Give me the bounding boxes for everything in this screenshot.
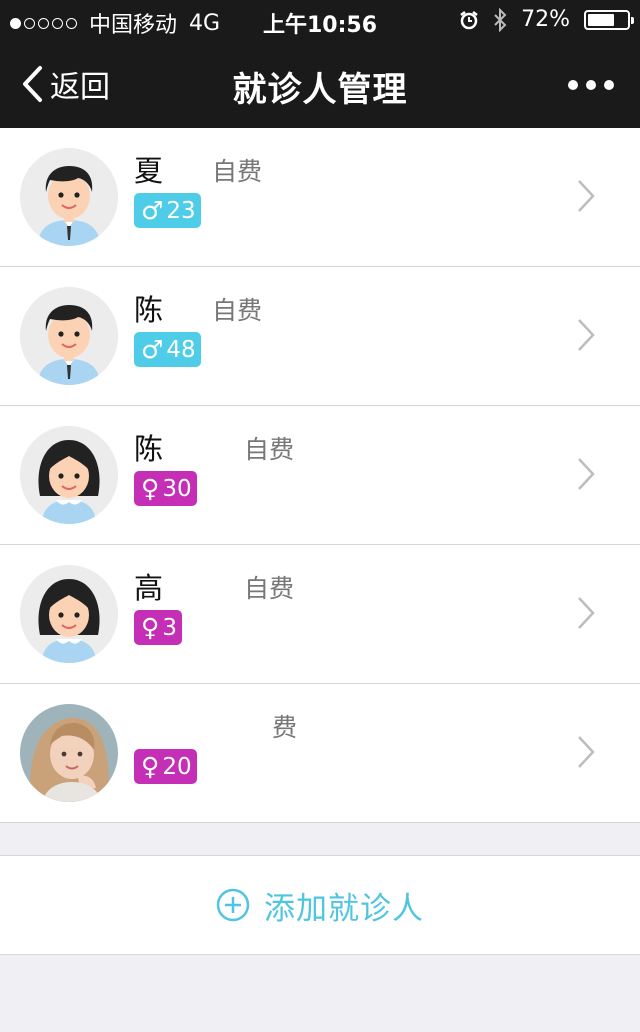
gender-age-badge: ♂ 23 — [134, 193, 201, 228]
patient-row[interactable]: 陈 自费 ♀ 30 — [0, 406, 640, 545]
gender-age-badge: ♀ 30 — [134, 471, 197, 506]
chevron-right-icon — [578, 180, 595, 212]
female-icon: ♀ — [141, 474, 160, 503]
status-bar: 中国移动 4G 上午10:56 72% — [0, 0, 640, 40]
patient-age: 20 — [162, 753, 192, 780]
patient-age: 48 — [166, 336, 196, 363]
payment-type: 自费 — [244, 574, 295, 603]
girl-avatar-icon — [20, 426, 118, 524]
patient-age: 23 — [166, 197, 196, 224]
patient-name: 陈 — [134, 293, 164, 327]
battery-icon — [584, 9, 634, 30]
patient-row[interactable]: 费 ♀ 20 — [0, 684, 640, 823]
payment-type: 自费 — [244, 435, 295, 464]
payment-type: 费 — [272, 713, 298, 742]
chevron-right-icon — [578, 736, 595, 768]
male-icon: ♂ — [141, 335, 164, 364]
female-icon: ♀ — [141, 752, 160, 781]
patient-name: 陈 — [134, 432, 164, 466]
gender-age-badge: ♀ 3 — [134, 610, 182, 645]
page-title: 就诊人管理 — [232, 70, 408, 110]
photo-avatar — [20, 704, 118, 802]
patient-name: 高 — [134, 571, 164, 605]
patient-age: 30 — [162, 475, 192, 502]
payment-type: 自费 — [212, 157, 263, 186]
more-dots-icon — [568, 80, 578, 90]
bluetooth-icon — [494, 7, 507, 32]
girl-avatar-icon — [20, 565, 118, 663]
patient-row[interactable]: 陈 自费 ♂ 48 — [0, 267, 640, 406]
payment-type: 自费 — [212, 296, 263, 325]
male-icon: ♂ — [141, 196, 164, 225]
patient-name: 夏 — [134, 154, 164, 188]
navigation-bar: 返回 就诊人管理 — [0, 40, 640, 128]
boy-avatar-icon — [20, 148, 118, 246]
more-menu-button[interactable] — [568, 80, 614, 90]
gender-age-badge: ♂ 48 — [134, 332, 201, 367]
chevron-right-icon — [578, 319, 595, 351]
battery-percent: 72% — [521, 7, 570, 32]
chevron-right-icon — [578, 458, 595, 490]
add-patient-label: 添加就诊人 — [264, 890, 424, 927]
patient-row[interactable]: 高 自费 ♀ 3 — [0, 545, 640, 684]
chevron-right-icon — [578, 597, 595, 629]
patient-row[interactable]: 夏 自费 ♂ 23 — [0, 128, 640, 267]
plus-circle-icon — [216, 888, 250, 922]
patient-list: 夏 自费 ♂ 23 陈 自费 ♂ 48 陈 自费 ♀ 30 高 自费 ♀ 3 费… — [0, 128, 640, 823]
alarm-icon — [460, 10, 478, 29]
gender-age-badge: ♀ 20 — [134, 749, 197, 784]
female-icon: ♀ — [141, 613, 160, 642]
boy-avatar-icon — [20, 287, 118, 385]
patient-age: 3 — [162, 614, 177, 641]
add-patient-button[interactable]: 添加就诊人 — [0, 855, 640, 955]
